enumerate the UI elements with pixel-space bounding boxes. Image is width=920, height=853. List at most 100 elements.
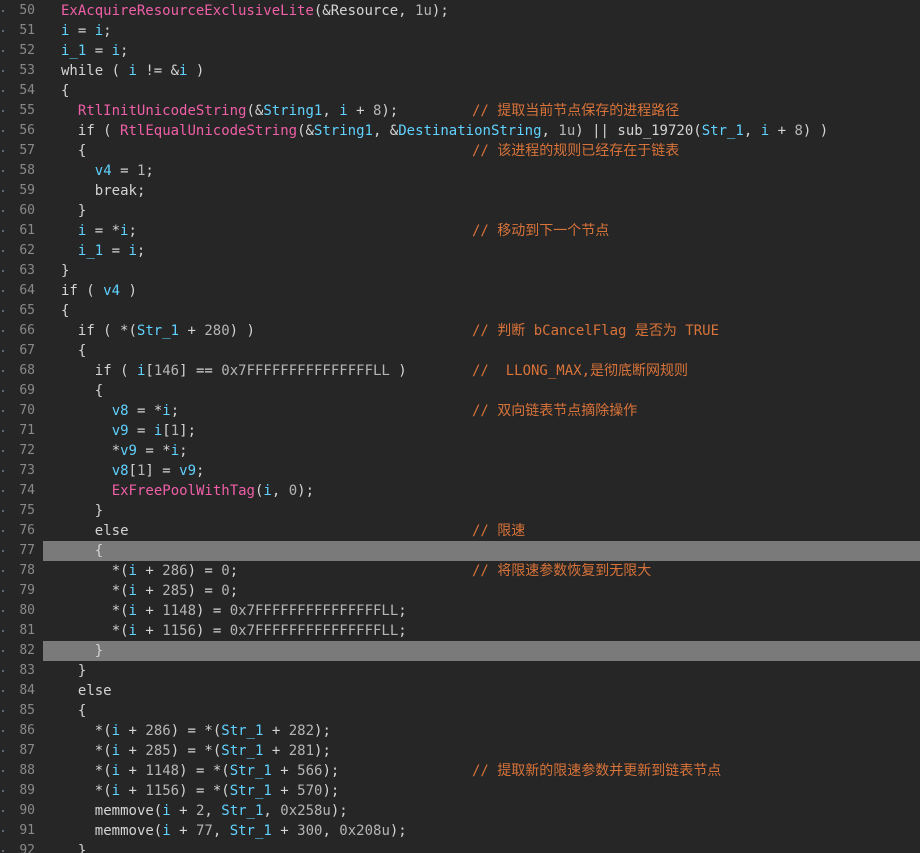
code-line[interactable]: 62 i_1 = i; xyxy=(0,241,920,261)
code-line[interactable]: 51 i = i; xyxy=(0,21,920,41)
code-line[interactable]: 76 else // 限速 xyxy=(0,521,920,541)
code-token: = * xyxy=(128,403,163,419)
code-line[interactable]: 66 if ( *(Str_1 + 280) ) // 判断 bCancelFlag… xyxy=(0,321,920,341)
line-gutter: 76 xyxy=(0,521,43,541)
code-text: break; xyxy=(43,181,920,201)
code-text: ExFreePoolWithTag(i, 0); xyxy=(43,481,920,501)
code-line[interactable]: 79 *(i + 285) = 0; xyxy=(0,581,920,601)
code-line[interactable]: 81 *(i + 1156) = 0x7FFFFFFFFFFFFFFFLL; xyxy=(0,621,920,641)
code-token: ]; xyxy=(179,423,197,439)
code-line[interactable]: 91 memmove(i + 77, Str_1 + 300, 0x208u); xyxy=(0,821,920,841)
code-line[interactable]: 58 v4 = 1; xyxy=(0,161,920,181)
code-line[interactable]: 89 *(i + 1156) = *(Str_1 + 570); xyxy=(0,781,920,801)
code-token: *( xyxy=(111,603,129,619)
line-number: 88 xyxy=(19,763,35,778)
code-line[interactable]: 64 if ( v4 ) xyxy=(0,281,920,301)
code-token: 566 xyxy=(297,763,323,779)
line-number: 89 xyxy=(19,783,35,798)
code-line[interactable]: 52 i_1 = i; xyxy=(0,41,920,61)
code-token: + xyxy=(179,323,205,339)
line-gutter: 83 xyxy=(0,661,43,681)
code-token: + xyxy=(120,763,146,779)
line-number: 66 xyxy=(19,323,35,338)
line-number: 62 xyxy=(19,243,35,258)
code-line[interactable]: 57 {// 该进程的规则已经存在于链表 xyxy=(0,141,920,161)
line-gutter: 63 xyxy=(0,261,43,281)
code-line[interactable]: 90 memmove(i + 2, Str_1, 0x258u); xyxy=(0,801,920,821)
line-gutter: 54 xyxy=(0,81,43,101)
code-token: String1 xyxy=(313,123,373,139)
code-line[interactable]: 60} xyxy=(0,201,920,221)
line-gutter: 79 xyxy=(0,581,43,601)
line-number: 81 xyxy=(19,623,35,638)
code-token: } xyxy=(94,503,104,519)
code-line[interactable]: 82} xyxy=(0,641,920,661)
code-token: + xyxy=(170,803,196,819)
line-number: 64 xyxy=(19,283,35,298)
code-token: i xyxy=(263,483,272,499)
code-token: [ xyxy=(145,363,154,379)
code-token: ( xyxy=(77,283,104,299)
line-gutter: 66 xyxy=(0,321,43,341)
code-token: *( xyxy=(111,563,129,579)
line-gutter: 59 xyxy=(0,181,43,201)
code-token: i xyxy=(128,243,137,259)
code-line[interactable]: 83} xyxy=(0,661,920,681)
code-editor[interactable]: 50 ExAcquireResourceExclusiveLite(&Resour… xyxy=(0,0,920,853)
code-line[interactable]: 86 *(i + 286) = *(Str_1 + 282); xyxy=(0,721,920,741)
code-line[interactable]: 55 RtlInitUnicodeString(&String1, i + 8);… xyxy=(0,101,920,121)
code-line[interactable]: 92} xyxy=(0,841,920,853)
code-line[interactable]: 77 { xyxy=(0,541,920,561)
line-number: 84 xyxy=(19,683,35,698)
code-comment: // 提取当前节点保存的进程路径 xyxy=(472,103,680,119)
code-line[interactable]: 78 *(i + 286) = 0; // 将限速参数恢复到无限大 xyxy=(0,561,920,581)
code-line[interactable]: 70 v8 = *i; // 双向链表节点摘除操作 xyxy=(0,401,920,421)
line-number: 58 xyxy=(19,163,35,178)
code-token: ) = *( xyxy=(170,743,222,759)
code-line[interactable]: 87 *(i + 285) = *(Str_1 + 281); xyxy=(0,741,920,761)
code-line[interactable]: 71 v9 = i[1]; xyxy=(0,421,920,441)
code-token: { xyxy=(77,143,87,159)
code-line[interactable]: 67 { xyxy=(0,341,920,361)
code-token: 0x258u xyxy=(280,803,331,819)
code-token: != & xyxy=(136,63,180,79)
code-line[interactable]: 59 break; xyxy=(0,181,920,201)
code-line[interactable]: 54 { xyxy=(0,81,920,101)
code-line[interactable]: 88 *(i + 1148) = *(Str_1 + 566); // 提取新的限速… xyxy=(0,761,920,781)
code-line[interactable]: 50 ExAcquireResourceExclusiveLite(&Resour… xyxy=(0,1,920,21)
code-line[interactable]: 85 { xyxy=(0,701,920,721)
code-text: *(i + 286) = 0; // 将限速参数恢复到无限大 xyxy=(43,561,920,581)
line-number: 73 xyxy=(19,463,35,478)
code-line[interactable]: 63} xyxy=(0,261,920,281)
code-line[interactable]: 53 while ( i != &i ) xyxy=(0,61,920,81)
code-token: 1u xyxy=(558,123,576,139)
code-line[interactable]: 84 else xyxy=(0,681,920,701)
code-token: i xyxy=(128,563,137,579)
code-text: { xyxy=(43,701,920,721)
line-gutter: 90 xyxy=(0,801,43,821)
code-token: DestinationString xyxy=(398,123,542,139)
line-number: 74 xyxy=(19,483,35,498)
line-number: 67 xyxy=(19,343,35,358)
code-text: *(i + 1148) = 0x7FFFFFFFFFFFFFFFLL; xyxy=(43,601,920,621)
code-line[interactable]: 74 ExFreePoolWithTag(i, 0); xyxy=(0,481,920,501)
line-gutter: 84 xyxy=(0,681,43,701)
code-line[interactable]: 68 if ( i[146] == 0x7FFFFFFFFFFFFFFFLL ) /… xyxy=(0,361,920,381)
line-number: 72 xyxy=(19,443,35,458)
line-number: 70 xyxy=(19,403,35,418)
code-line[interactable]: 80 *(i + 1148) = 0x7FFFFFFFFFFFFFFFLL; xyxy=(0,601,920,621)
line-gutter: 89 xyxy=(0,781,43,801)
code-line[interactable]: 72 *v9 = *i; xyxy=(0,441,920,461)
code-token: i xyxy=(94,23,104,39)
code-line[interactable]: 75} xyxy=(0,501,920,521)
code-token: ( xyxy=(111,363,137,379)
code-line[interactable]: 65 { xyxy=(0,301,920,321)
code-token: + xyxy=(769,123,795,139)
code-line[interactable]: 61 i = *i;// 移动到下一个节点 xyxy=(0,221,920,241)
code-line[interactable]: 73 v8[1] = v9; xyxy=(0,461,920,481)
code-token: sub_19720 xyxy=(617,123,694,139)
code-line[interactable]: 56 if ( RtlEqualUnicodeString(&String1, &… xyxy=(0,121,920,141)
code-text: i_1 = i; xyxy=(43,241,920,261)
code-token: 1156 xyxy=(145,783,180,799)
code-line[interactable]: 69 { xyxy=(0,381,920,401)
